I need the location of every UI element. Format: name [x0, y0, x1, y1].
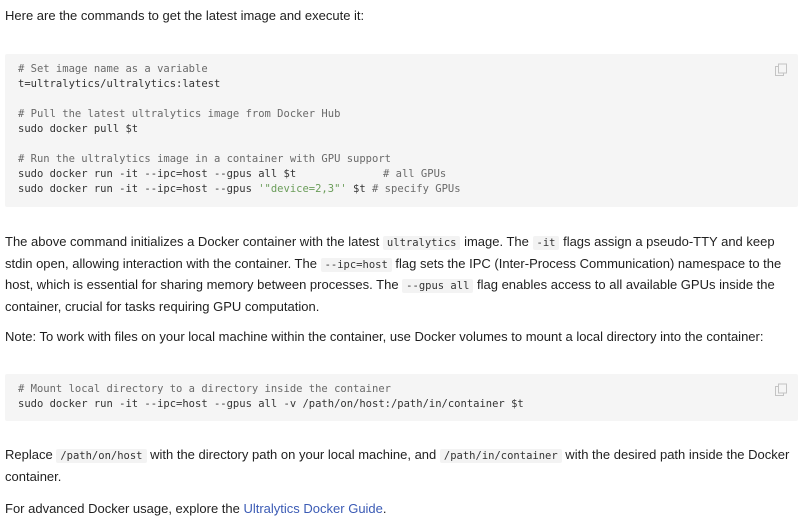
- text: image. The: [460, 234, 533, 249]
- code-line: sudo docker pull $t: [18, 123, 139, 135]
- docker-guide-link[interactable]: Ultralytics Docker Guide: [243, 501, 382, 516]
- code-line: sudo docker run -it --ipc=host --gpus al…: [18, 398, 524, 410]
- text: .: [382, 501, 387, 516]
- advanced-paragraph: For advanced Docker usage, explore the U…: [5, 499, 387, 520]
- code-text: sudo docker run -it --ipc=host --gpus: [18, 183, 259, 195]
- code-comment: # specify GPUs: [372, 183, 461, 195]
- code-text: $t: [346, 183, 373, 195]
- copy-icon: [774, 383, 788, 397]
- replace-paragraph: Replace /path/on/host with the directory…: [5, 445, 800, 487]
- code-string: '"device=2,3"': [258, 183, 347, 195]
- description-paragraph: The above command initializes a Docker c…: [5, 232, 800, 317]
- inline-code: /path/on/host: [56, 449, 147, 463]
- text: with the directory path on your local ma…: [146, 447, 440, 462]
- code-block-1: # Set image name as a variable t=ultraly…: [5, 54, 798, 207]
- code-comment: # all GPUs: [383, 168, 447, 180]
- inline-code: /path/in/container: [439, 449, 562, 463]
- code-comment: # Mount local directory to a directory i…: [18, 383, 391, 395]
- copy-button[interactable]: [774, 383, 788, 397]
- code-block-2: # Mount local directory to a directory i…: [5, 374, 798, 421]
- inline-code: ultralytics: [382, 236, 461, 250]
- code-line: t=ultralytics/ultralytics:latest: [18, 78, 221, 90]
- code-line: sudo docker run -it --ipc=host --gpus al…: [18, 167, 446, 182]
- code-comment: # Run the ultralytics image in a contain…: [18, 153, 391, 165]
- code-line: sudo docker run -it --ipc=host --gpus '"…: [18, 182, 461, 197]
- inline-code: --ipc=host: [320, 257, 392, 272]
- copy-icon: [774, 63, 788, 77]
- text: Replace: [5, 447, 57, 462]
- code-comment: # Pull the latest ultralytics image from…: [18, 108, 341, 120]
- code-comment: # Set image name as a variable: [18, 63, 208, 75]
- code-text: sudo docker run -it --ipc=host --gpus al…: [18, 168, 297, 180]
- intro-text: Here are the commands to get the latest …: [5, 8, 365, 23]
- inline-code: --gpus all: [402, 279, 474, 293]
- text: For advanced Docker usage, explore the: [5, 501, 244, 516]
- text: The above command initializes a Docker c…: [5, 234, 383, 249]
- note-paragraph: Note: To work with files on your local m…: [5, 329, 764, 344]
- inline-code: -it: [532, 236, 560, 250]
- copy-button[interactable]: [774, 63, 788, 77]
